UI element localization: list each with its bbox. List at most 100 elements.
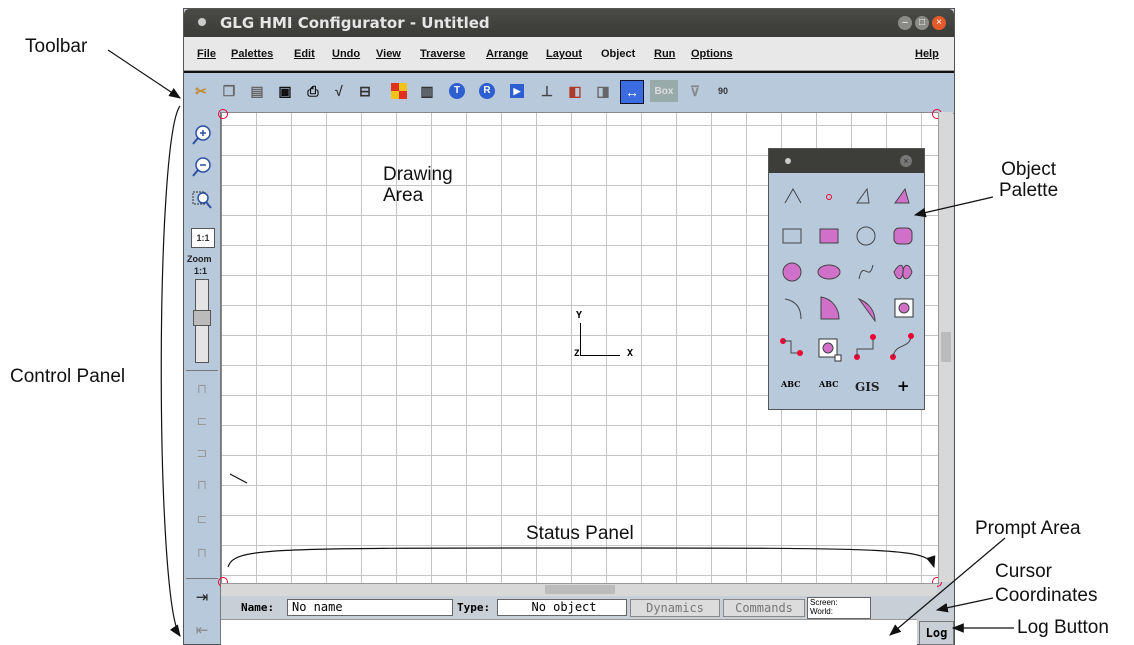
grid-icon[interactable]: ▥ — [416, 80, 438, 102]
t-icon[interactable]: T — [446, 80, 468, 102]
pie-icon[interactable] — [820, 296, 840, 320]
enter-icon[interactable]: ⇥ — [191, 586, 213, 608]
menu-undo[interactable]: Undo — [332, 48, 360, 60]
loop-icon[interactable] — [893, 264, 913, 280]
align-vcenter-icon[interactable]: ⊓ — [191, 474, 213, 496]
filled-circle-icon[interactable] — [782, 262, 802, 282]
marker-icon[interactable] — [826, 194, 832, 200]
zoom-11-button[interactable]: 1:1 — [191, 228, 215, 248]
rounded-rect-icon[interactable] — [893, 227, 913, 245]
front-icon[interactable]: ◧ — [564, 80, 586, 102]
annotation-toolbar: Toolbar — [25, 36, 88, 57]
axis-x-line — [580, 355, 620, 356]
maximize-icon[interactable]: □ — [915, 16, 929, 30]
arc-icon[interactable] — [784, 298, 802, 320]
filled-polygon-icon[interactable] — [894, 187, 910, 204]
zoom-out-icon[interactable] — [191, 156, 213, 178]
curved-link-icon[interactable] — [890, 333, 914, 360]
annotation-cursor-coordinates: Cursor Coordinates — [995, 561, 1098, 606]
save-icon[interactable]: ▣ — [274, 80, 296, 102]
snap-icon[interactable]: ⊽ — [684, 80, 706, 102]
commands-button[interactable]: Commands — [723, 599, 805, 617]
align-bottom-icon[interactable]: ⊓ — [191, 542, 213, 564]
divider — [186, 370, 218, 371]
chord-icon[interactable] — [857, 297, 876, 323]
run-icon[interactable]: ▶ — [506, 80, 528, 102]
check-icon[interactable]: √ — [328, 80, 350, 102]
align-icon[interactable]: ⊟ — [354, 80, 376, 102]
text-icon[interactable]: ABC — [780, 379, 800, 389]
control-panel: 1:1 Zoom 1:1 ⊓ ⊏ ⊐ ⊓ ⊏ ⊓ ⇥ ⇤ — [184, 112, 221, 644]
copy-icon[interactable]: ❐ — [218, 80, 240, 102]
log-button[interactable]: Log — [919, 621, 954, 645]
vscroll-thumb[interactable] — [941, 332, 951, 362]
circle-icon[interactable] — [856, 226, 876, 246]
cut-icon[interactable]: ✂ — [190, 80, 212, 102]
toggle-icon[interactable]: ↔ — [620, 80, 644, 104]
zoom-ratio-label: 1:1 — [194, 266, 208, 276]
polyline-icon[interactable] — [784, 187, 802, 204]
axis-icon[interactable]: ⊥ — [536, 80, 558, 102]
axis-z-label: Z — [574, 349, 580, 359]
filled-rectangle-icon[interactable] — [819, 228, 839, 244]
text-box-icon[interactable]: ABC — [818, 379, 838, 389]
menu-layout[interactable]: Layout — [546, 48, 582, 60]
axis-y-line — [580, 323, 581, 355]
prompt-area[interactable] — [221, 619, 917, 645]
paste-icon[interactable]: ▤ — [246, 80, 268, 102]
menu-view[interactable]: View — [376, 48, 401, 60]
rotate-icon[interactable]: 90 — [712, 80, 734, 102]
minimize-icon[interactable]: – — [898, 16, 912, 30]
dynamics-button[interactable]: Dynamics — [630, 599, 720, 617]
palette-close-icon[interactable]: × — [900, 155, 912, 167]
menu-run[interactable]: Run — [654, 48, 675, 60]
spline-icon[interactable] — [858, 264, 874, 280]
vertical-scrollbar[interactable] — [938, 112, 953, 582]
polygon-icon[interactable] — [856, 187, 870, 204]
reference-icon[interactable] — [818, 338, 842, 362]
color-icon[interactable] — [388, 80, 410, 102]
menu-palettes[interactable]: Palettes — [231, 48, 273, 60]
screen-label: Screen: — [810, 598, 838, 607]
menu-object[interactable]: Object — [601, 48, 635, 60]
print-icon[interactable]: ⎙ — [302, 80, 324, 102]
align-top-icon[interactable]: ⊓ — [191, 378, 213, 400]
corner-marker — [218, 109, 228, 119]
align-hcenter-icon[interactable]: ⊐ — [191, 442, 213, 464]
more-icon[interactable]: + — [897, 377, 910, 395]
annotation-status-panel: Status Panel — [526, 523, 634, 544]
zoom-in-icon[interactable] — [191, 124, 213, 146]
divider — [186, 578, 218, 579]
zoom-box-icon[interactable] — [191, 188, 213, 210]
palette-icons: ABC ABC GIS + — [780, 187, 914, 395]
image-icon[interactable] — [894, 298, 914, 318]
close-icon[interactable]: × — [932, 16, 946, 30]
hscroll-thumb[interactable] — [545, 585, 615, 594]
back-icon[interactable]: ◨ — [592, 80, 614, 102]
zoom-slider-thumb[interactable] — [193, 310, 211, 326]
box-icon[interactable]: Box — [650, 80, 678, 102]
window-menu-icon[interactable] — [198, 18, 206, 26]
rectangle-icon[interactable] — [782, 228, 802, 244]
palette-title-bar: × — [769, 149, 924, 173]
link-icon[interactable] — [854, 334, 876, 360]
align-left-icon[interactable]: ⊏ — [191, 410, 213, 432]
gis-icon[interactable]: GIS — [855, 380, 880, 394]
axis-x-label: X — [627, 348, 634, 359]
align-right-icon[interactable]: ⊏ — [191, 508, 213, 530]
exit-icon[interactable]: ⇤ — [191, 619, 213, 641]
menu-edit[interactable]: Edit — [294, 48, 315, 60]
menu-help[interactable]: Help — [915, 48, 939, 60]
name-label: Name: — [241, 601, 275, 614]
menu-options[interactable]: Options — [691, 48, 733, 60]
connector-icon[interactable] — [780, 338, 803, 356]
menu-file[interactable]: File — [197, 48, 216, 60]
palette-menu-icon[interactable] — [785, 158, 791, 164]
menu-arrange[interactable]: Arrange — [486, 48, 528, 60]
type-field[interactable]: No object — [497, 599, 627, 616]
r-icon[interactable]: R — [476, 80, 498, 102]
ellipse-icon[interactable] — [817, 264, 841, 280]
menu-traverse[interactable]: Traverse — [420, 48, 465, 60]
name-field[interactable]: No name — [287, 599, 453, 616]
horizontal-scrollbar[interactable] — [221, 583, 937, 596]
